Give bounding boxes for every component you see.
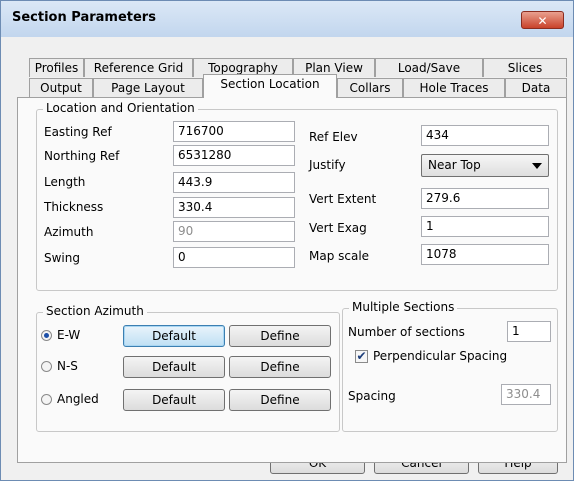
- ref-elev-input[interactable]: 434: [421, 125, 549, 146]
- number-of-sections-label: Number of sections: [348, 325, 465, 339]
- window-title: Section Parameters: [12, 10, 156, 25]
- northing-ref-label: Northing Ref: [44, 149, 120, 163]
- tab-section-location[interactable]: Section Location: [203, 74, 337, 98]
- n-s-define-button[interactable]: Define: [229, 356, 331, 378]
- title-bar[interactable]: Section Parameters ✕: [1, 1, 573, 37]
- e-w-define-button[interactable]: Define: [229, 325, 331, 347]
- tab-hole-traces[interactable]: Hole Traces: [403, 78, 505, 97]
- location-group-label: Location and Orientation: [43, 101, 198, 115]
- dialog-client-area: Profiles Reference Grid Topography Plan …: [9, 37, 567, 475]
- tab-reference-grid[interactable]: Reference Grid: [84, 58, 193, 77]
- map-scale-input[interactable]: 1078: [421, 244, 549, 265]
- vert-exag-input[interactable]: 1: [421, 216, 549, 237]
- tab-output[interactable]: Output: [29, 78, 93, 97]
- swing-input[interactable]: 0: [173, 247, 295, 268]
- close-button[interactable]: ✕: [521, 11, 564, 29]
- length-input[interactable]: 443.9: [173, 172, 295, 193]
- tab-collars[interactable]: Collars: [337, 78, 403, 97]
- tab-page-layout[interactable]: Page Layout: [93, 78, 203, 97]
- thickness-label: Thickness: [44, 200, 104, 214]
- swing-label: Swing: [44, 251, 80, 265]
- vert-extent-input[interactable]: 279.6: [421, 188, 549, 209]
- spacing-input: 330.4: [501, 384, 551, 405]
- chevron-down-icon: [532, 163, 542, 169]
- number-of-sections-input[interactable]: 1: [507, 321, 551, 342]
- azimuth-label: Azimuth: [44, 225, 94, 239]
- multiple-sections-group: Multiple Sections Number of sections 1 ✔…: [342, 300, 558, 432]
- radio-angled[interactable]: [41, 394, 52, 405]
- perpendicular-spacing-checkbox[interactable]: ✔: [355, 350, 368, 363]
- location-orientation-group: Location and Orientation Easting Ref 716…: [36, 101, 558, 291]
- vert-extent-label: Vert Extent: [309, 192, 377, 206]
- tab-data[interactable]: Data: [505, 78, 567, 97]
- angled-default-button[interactable]: Default: [123, 389, 225, 411]
- section-azimuth-group: Section Azimuth E-W Default Define N-S D…: [36, 304, 340, 432]
- spacing-label: Spacing: [348, 389, 396, 403]
- angled-define-button[interactable]: Define: [229, 389, 331, 411]
- section-parameters-dialog: Section Parameters ✕ Profiles Reference …: [0, 0, 574, 481]
- vert-exag-label: Vert Exag: [309, 221, 367, 235]
- radio-angled-label: Angled: [57, 392, 99, 406]
- length-label: Length: [44, 175, 86, 189]
- multiple-sections-label: Multiple Sections: [349, 300, 458, 314]
- ref-elev-label: Ref Elev: [309, 130, 358, 144]
- tab-profiles[interactable]: Profiles: [29, 58, 84, 77]
- thickness-input[interactable]: 330.4: [173, 197, 295, 218]
- justify-dropdown[interactable]: Near Top: [421, 154, 549, 177]
- radio-e-w[interactable]: [41, 330, 52, 341]
- section-location-panel: Location and Orientation Easting Ref 716…: [17, 97, 567, 463]
- easting-ref-label: Easting Ref: [44, 125, 112, 139]
- n-s-default-button[interactable]: Default: [123, 356, 225, 378]
- perpendicular-spacing-label: Perpendicular Spacing: [373, 349, 508, 363]
- easting-ref-input[interactable]: 716700: [173, 121, 295, 142]
- northing-ref-input[interactable]: 6531280: [173, 145, 295, 166]
- radio-e-w-label: E-W: [57, 328, 81, 342]
- tab-load-save[interactable]: Load/Save: [375, 58, 483, 77]
- close-icon: ✕: [537, 14, 548, 28]
- radio-n-s-label: N-S: [57, 359, 78, 373]
- map-scale-label: Map scale: [309, 249, 370, 263]
- justify-selected-value: Near Top: [428, 158, 481, 172]
- radio-n-s[interactable]: [41, 361, 52, 372]
- section-azimuth-label: Section Azimuth: [43, 304, 147, 318]
- justify-label: Justify: [309, 158, 346, 172]
- tab-slices[interactable]: Slices: [483, 58, 567, 77]
- azimuth-input: 90: [173, 221, 295, 242]
- e-w-default-button[interactable]: Default: [123, 325, 225, 347]
